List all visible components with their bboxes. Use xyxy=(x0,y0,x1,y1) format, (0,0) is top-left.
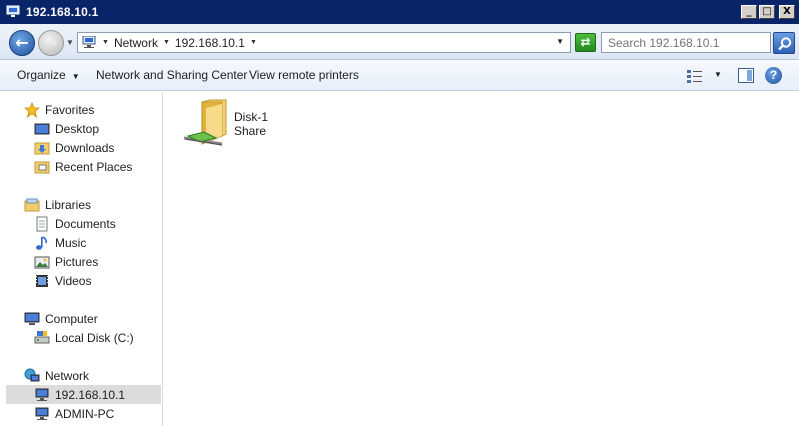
minimize-button[interactable]: _ xyxy=(741,5,757,19)
nav-item-pictures[interactable]: Pictures xyxy=(34,252,98,271)
window-controls: _ □ X xyxy=(741,5,795,19)
nav-item-documents[interactable]: Documents xyxy=(34,214,116,233)
preview-pane-icon[interactable] xyxy=(738,68,754,83)
nav-item-admin-pc[interactable]: ADMIN-PC xyxy=(34,404,114,423)
nav-item-label: Videos xyxy=(55,273,92,288)
network-computer-icon xyxy=(34,406,50,422)
maximize-button[interactable]: □ xyxy=(759,5,775,19)
nav-item-desktop[interactable]: Desktop xyxy=(34,119,99,138)
address-dropdown-icon[interactable]: ▼ xyxy=(556,37,564,46)
organize-label: Organize xyxy=(17,68,66,82)
chevron-right-icon[interactable]: ▼ xyxy=(163,39,170,46)
search-box[interactable] xyxy=(601,32,771,53)
nav-item-label: Local Disk (C:) xyxy=(55,330,134,345)
network-computer-icon xyxy=(5,5,21,19)
breadcrumb-host[interactable]: 192.168.10.1 xyxy=(175,36,245,50)
pictures-icon xyxy=(34,254,50,270)
recent-places-icon xyxy=(34,159,50,175)
window-title: 192.168.10.1 xyxy=(26,5,99,19)
nav-item-music[interactable]: Music xyxy=(34,233,86,252)
nav-item-label: Pictures xyxy=(55,254,99,269)
hard-drive-icon xyxy=(34,330,50,346)
close-button[interactable]: X xyxy=(779,5,795,19)
computer-icon xyxy=(24,311,40,327)
network-computer-icon xyxy=(34,387,50,403)
chevron-down-icon[interactable]: ▼ xyxy=(250,39,257,46)
nav-computer-label: Computer xyxy=(45,311,98,326)
address-box[interactable]: ▼ Network ▼ 192.168.10.1 ▼ ▼ xyxy=(77,32,571,53)
videos-icon xyxy=(34,273,50,289)
network-icon xyxy=(24,368,40,384)
nav-network-label: Network xyxy=(45,368,90,383)
breadcrumb-network[interactable]: Network xyxy=(114,36,158,50)
nav-item-label: Documents xyxy=(55,216,116,231)
forward-button[interactable]: → xyxy=(38,30,64,56)
back-button[interactable]: ← xyxy=(9,30,35,56)
desktop-icon xyxy=(34,121,50,137)
nav-item-label: 192.168.10.1 xyxy=(55,387,126,402)
nav-computer[interactable]: Computer xyxy=(24,309,98,328)
refresh-button[interactable]: ⇄ xyxy=(575,33,596,52)
nav-libraries-label: Libraries xyxy=(45,197,92,212)
libraries-icon xyxy=(24,197,40,213)
search-button[interactable] xyxy=(773,32,795,54)
nav-item-recent-places[interactable]: Recent Places xyxy=(34,157,132,176)
nav-item-label: Desktop xyxy=(55,121,100,136)
nav-item-label: Music xyxy=(55,235,87,250)
command-bar: Organize ▼ Network and Sharing Center Vie… xyxy=(0,61,799,91)
nav-item-downloads[interactable]: Downloads xyxy=(34,138,114,157)
search-icon xyxy=(778,37,792,51)
file-list: Disk-1 Share xyxy=(164,92,799,426)
share-type: Share xyxy=(234,124,267,138)
chevron-down-icon: ▼ xyxy=(71,72,80,81)
refresh-icon: ⇄ xyxy=(580,35,591,49)
nav-network[interactable]: Network xyxy=(24,366,89,385)
change-view-icon[interactable] xyxy=(686,68,704,84)
star-icon xyxy=(23,101,41,118)
view-remote-printers-button[interactable]: View remote printers xyxy=(249,68,359,82)
music-note-icon xyxy=(34,235,50,251)
nav-item-local-disk[interactable]: Local Disk (C:) xyxy=(34,328,134,347)
help-icon[interactable]: ? xyxy=(765,67,782,84)
title-bar: 192.168.10.1 _ □ X xyxy=(0,0,799,24)
share-item[interactable]: Disk-1 Share xyxy=(182,98,292,150)
nav-item-videos[interactable]: Videos xyxy=(34,271,91,290)
arrow-right-icon: → xyxy=(44,33,58,52)
organize-button[interactable]: Organize ▼ xyxy=(17,68,80,82)
nav-item-host-selected[interactable]: 192.168.10.1 xyxy=(6,385,161,404)
view-dropdown-icon[interactable]: ▼ xyxy=(714,70,722,79)
nav-favorites-label: Favorites xyxy=(45,102,95,117)
network-sharing-center-button[interactable]: Network and Sharing Center xyxy=(96,68,247,82)
search-input[interactable] xyxy=(602,33,770,52)
nav-favorites[interactable]: Favorites xyxy=(23,100,95,119)
share-name: Disk-1 xyxy=(234,110,269,124)
share-label: Disk-1 Share xyxy=(234,110,268,138)
history-dropdown-icon[interactable]: ▼ xyxy=(66,38,74,47)
shared-folder-icon xyxy=(183,99,227,146)
nav-item-label: Downloads xyxy=(55,140,115,155)
nav-libraries[interactable]: Libraries xyxy=(24,195,91,214)
navigation-pane: Favorites Desktop Downloads Recent Place… xyxy=(0,92,163,426)
address-bar: ← → ▼ ▼ Network ▼ 192.168.10.1 ▼ ▼ ⇄ xyxy=(0,24,799,60)
nav-item-label: Recent Places xyxy=(55,159,133,174)
nav-item-label: ADMIN-PC xyxy=(55,406,115,421)
downloads-folder-icon xyxy=(34,140,50,156)
chevron-right-icon[interactable]: ▼ xyxy=(102,39,109,46)
document-icon xyxy=(34,216,50,232)
network-computer-icon xyxy=(81,35,97,49)
arrow-left-icon: ← xyxy=(15,33,29,52)
